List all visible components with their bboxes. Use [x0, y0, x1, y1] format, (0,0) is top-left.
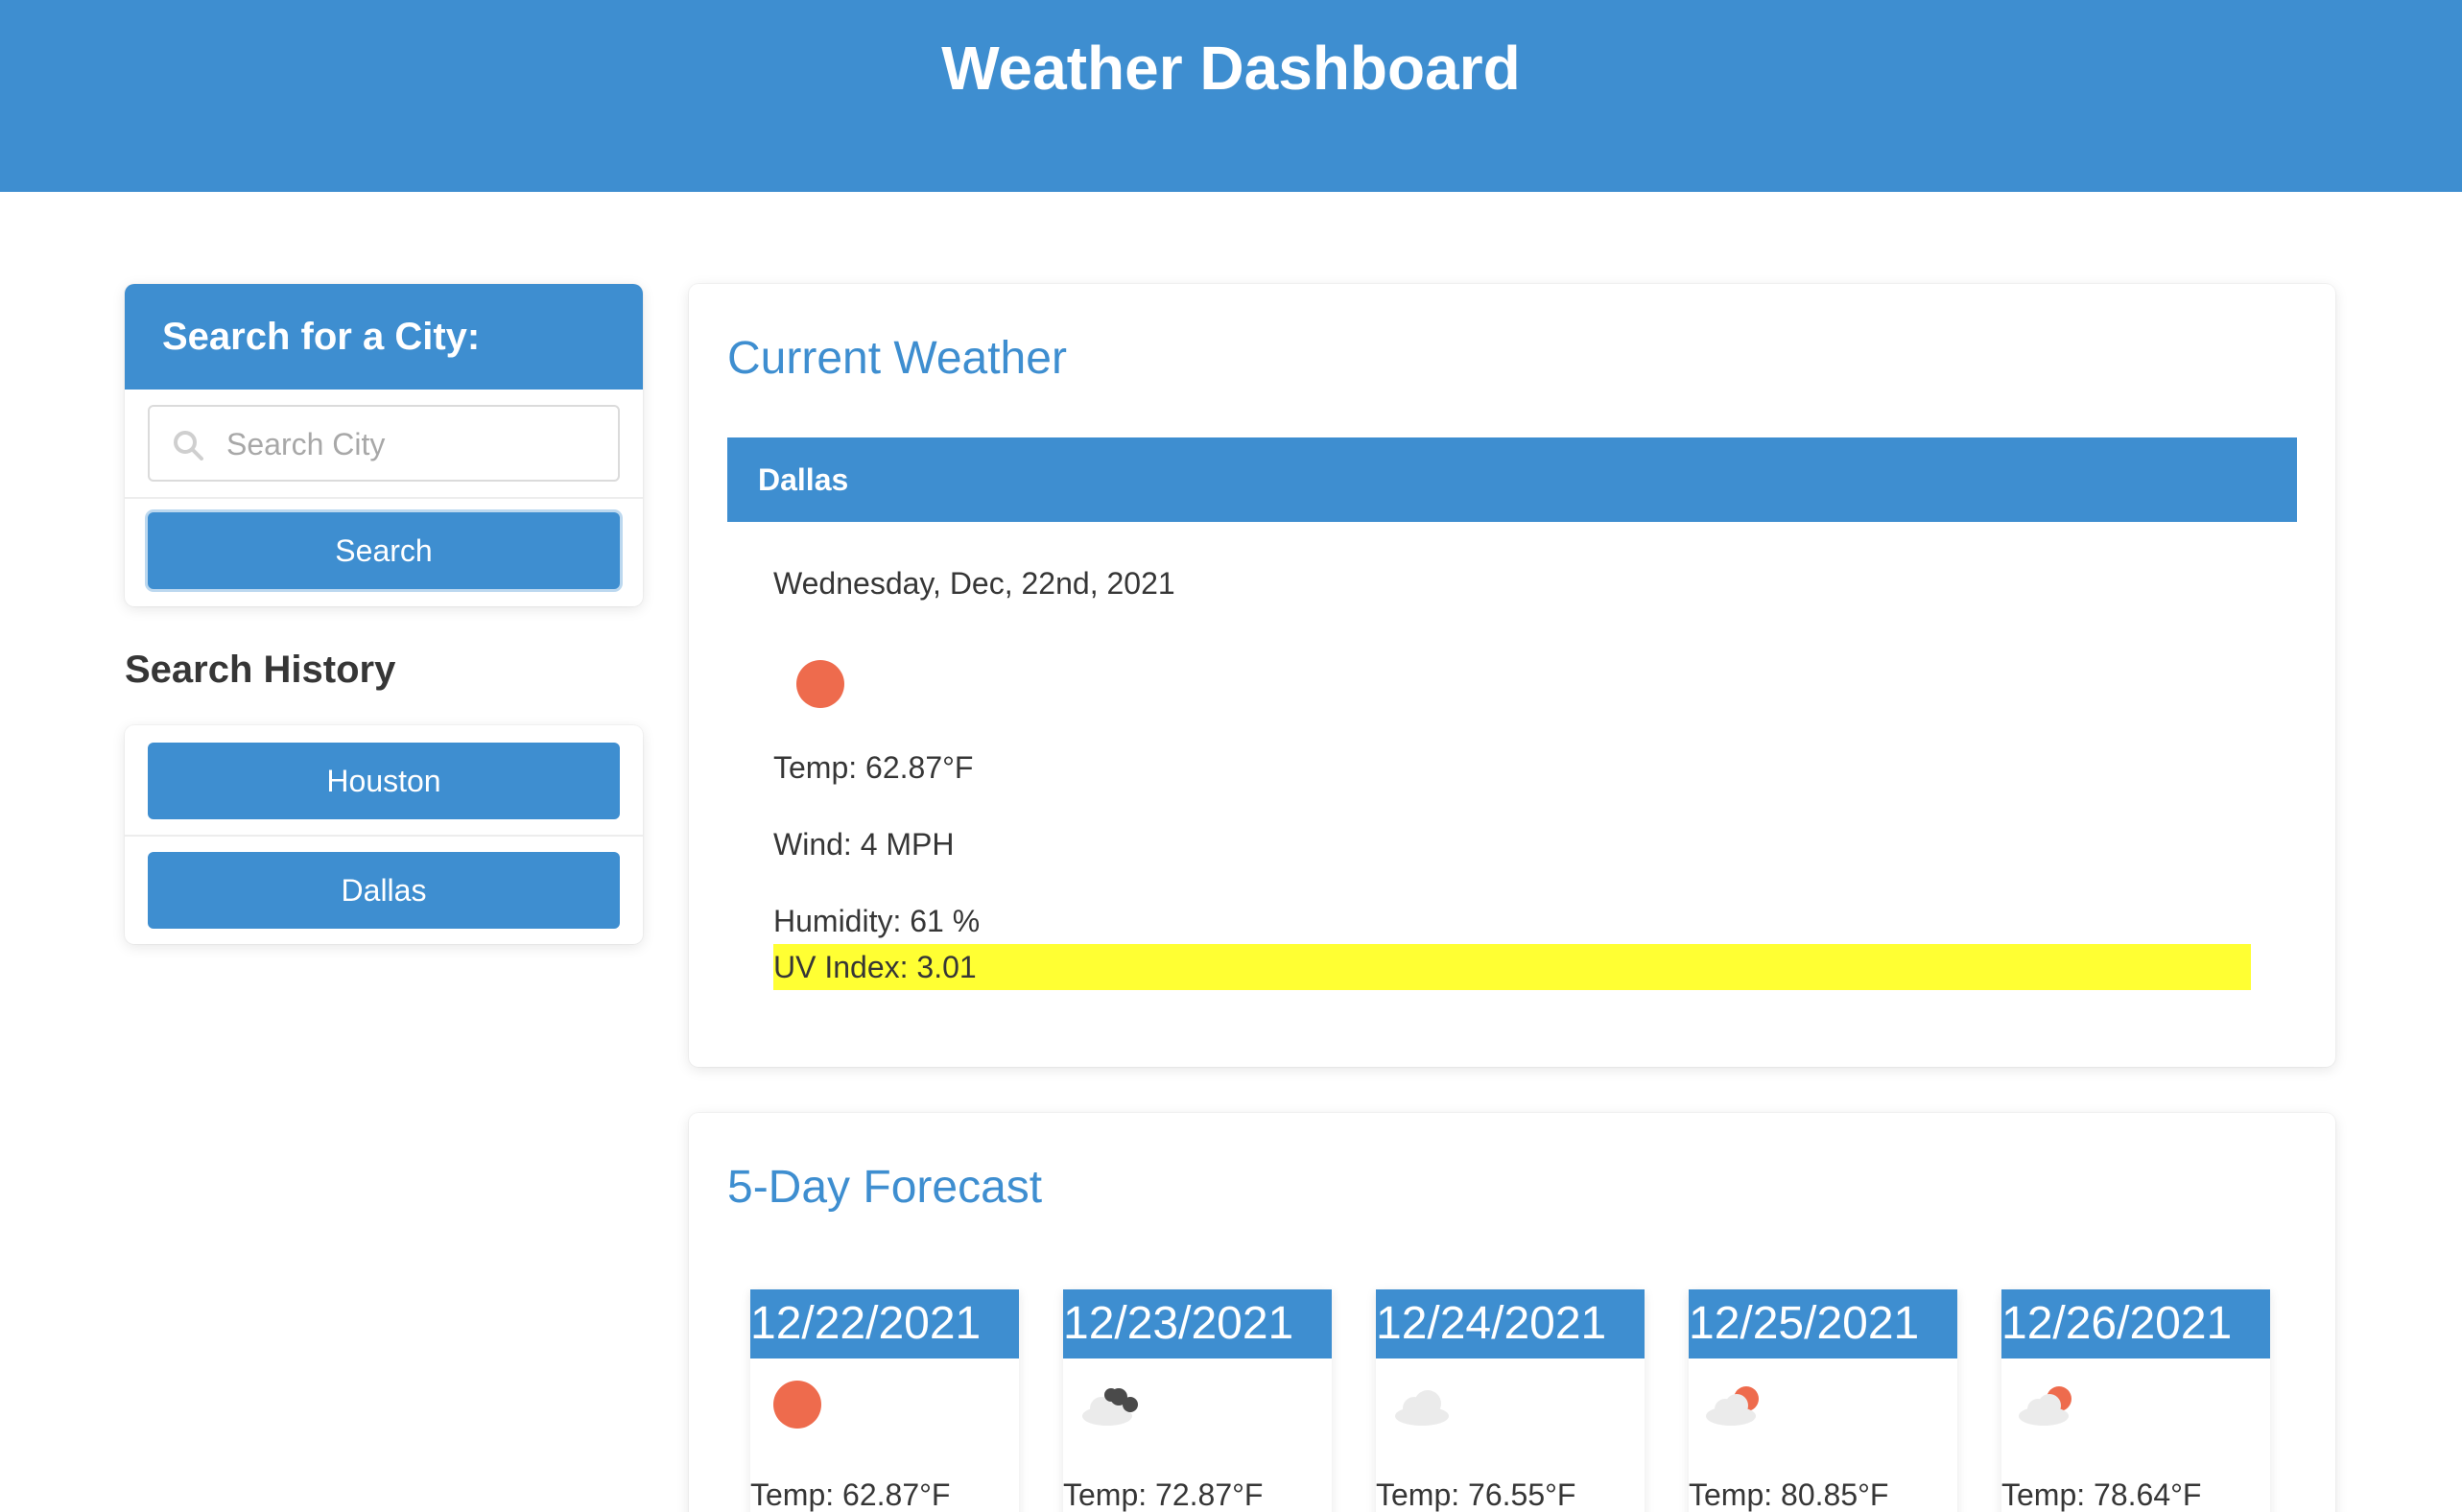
- current-humidity: Humidity: 61 %: [773, 904, 981, 938]
- history-item-houston[interactable]: Houston: [148, 743, 620, 819]
- forecast-card: 5-Day Forecast 12/22/2021 Temp: 62.87°F …: [689, 1113, 2335, 1512]
- uv-index: UV Index: 3.01: [773, 944, 2251, 990]
- search-history-list: Houston Dallas: [125, 725, 643, 944]
- forecast-temp: Temp: 62.87°F: [750, 1477, 951, 1512]
- cloud-icon: [1389, 1374, 1456, 1431]
- forecast-day-card: 12/22/2021 Temp: 62.87°F: [750, 1289, 1019, 1512]
- search-heading: Search for a City:: [125, 284, 643, 390]
- app-header: Weather Dashboard: [0, 0, 2462, 192]
- partly-cloudy-icon: [1702, 1374, 1769, 1431]
- forecast-day-card: 12/25/2021 Temp: 80.85°F: [1689, 1289, 1957, 1512]
- forecast-day-card: 12/24/2021 Temp: 76.55°F: [1376, 1289, 1645, 1512]
- weather-dashboard-page: Weather Dashboard Search for a City: Sea…: [0, 0, 2462, 1512]
- search-panel: Search for a City: Search: [125, 284, 643, 606]
- forecast-date: 12/23/2021: [1063, 1289, 1332, 1358]
- current-weather-card: Current Weather Dallas Wednesday, Dec, 2…: [689, 284, 2335, 1067]
- page-title: Weather Dashboard: [941, 34, 1521, 103]
- search-icon: [171, 428, 205, 462]
- current-wind: Wind: 4 MPH: [773, 827, 955, 862]
- forecast-date: 12/26/2021: [2001, 1289, 2270, 1358]
- sun-icon: [764, 1374, 831, 1431]
- search-input[interactable]: [225, 407, 612, 482]
- partly-cloudy-icon: [2015, 1374, 2082, 1431]
- search-history-title: Search History: [125, 649, 396, 691]
- sun-icon: [796, 660, 844, 708]
- forecast-title: 5-Day Forecast: [727, 1162, 1043, 1213]
- forecast-date: 12/25/2021: [1689, 1289, 1957, 1358]
- current-date: Wednesday, Dec, 22nd, 2021: [773, 566, 1175, 601]
- forecast-date: 12/24/2021: [1376, 1289, 1645, 1358]
- city-name: Dallas: [727, 437, 2297, 522]
- current-weather-title: Current Weather: [727, 333, 1067, 384]
- search-field[interactable]: [148, 405, 620, 482]
- forecast-temp: Temp: 76.55°F: [1376, 1477, 1576, 1512]
- forecast-temp: Temp: 72.87°F: [1063, 1477, 1264, 1512]
- forecast-day-card: 12/23/2021 Temp: 72.87°F: [1063, 1289, 1332, 1512]
- forecast-date: 12/22/2021: [750, 1289, 1019, 1358]
- broken-clouds-icon: [1077, 1374, 1144, 1431]
- divider: [125, 497, 643, 499]
- forecast-temp: Temp: 80.85°F: [1689, 1477, 1889, 1512]
- divider: [125, 835, 643, 837]
- search-button[interactable]: Search: [148, 512, 620, 589]
- current-temp: Temp: 62.87°F: [773, 750, 974, 785]
- forecast-day-card: 12/26/2021 Temp: 78.64°F: [2001, 1289, 2270, 1512]
- forecast-temp: Temp: 78.64°F: [2001, 1477, 2202, 1512]
- history-item-dallas[interactable]: Dallas: [148, 852, 620, 929]
